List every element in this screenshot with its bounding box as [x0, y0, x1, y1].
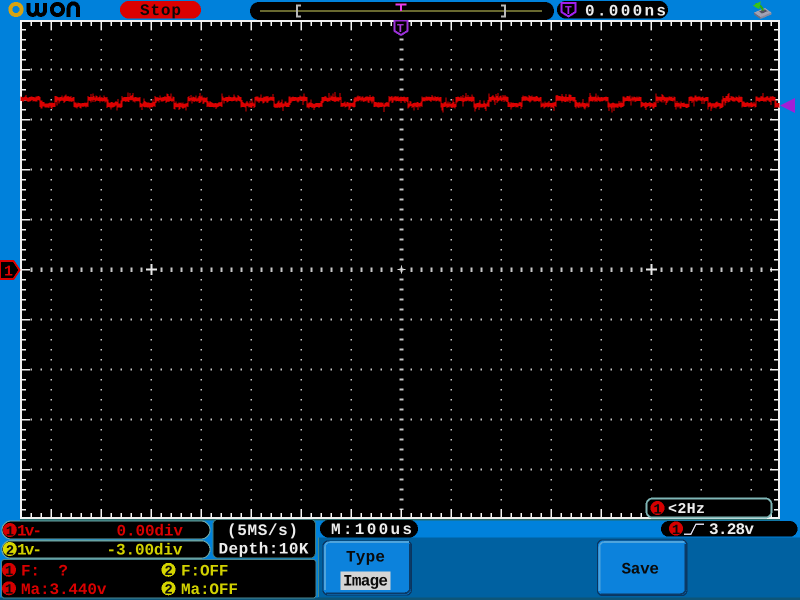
svg-text:(5MS/s): (5MS/s) — [227, 522, 298, 540]
svg-text:2: 2 — [164, 564, 172, 580]
svg-text:1: 1 — [6, 524, 14, 540]
svg-text:1: 1 — [4, 264, 13, 281]
svg-text:Image: Image — [343, 573, 388, 591]
svg-text:T: T — [565, 4, 572, 18]
svg-text:1: 1 — [653, 502, 661, 518]
svg-text:Stop: Stop — [140, 2, 181, 20]
svg-text:1: 1 — [5, 564, 13, 580]
svg-text:Ma:OFF: Ma:OFF — [181, 581, 238, 599]
svg-text:2: 2 — [6, 543, 14, 559]
svg-text:1: 1 — [672, 523, 680, 539]
svg-text:Ma:3.440v: Ma:3.440v — [21, 581, 107, 599]
svg-text:T: T — [397, 22, 404, 36]
svg-text:2: 2 — [164, 583, 172, 599]
svg-text:F: ?: F: ? — [21, 562, 68, 580]
svg-text:3.28v: 3.28v — [709, 521, 754, 539]
svg-text:0.000ns: 0.000ns — [585, 3, 666, 21]
svg-text:0.00div: 0.00div — [117, 523, 184, 541]
svg-text:Save: Save — [622, 561, 660, 579]
svg-text:F:OFF: F:OFF — [181, 562, 229, 580]
svg-text:M:100us: M:100us — [331, 521, 412, 539]
svg-text:1v-: 1v- — [17, 542, 42, 560]
svg-text:<2Hz: <2Hz — [668, 501, 705, 518]
svg-text:1v-: 1v- — [17, 523, 42, 541]
svg-text:Type: Type — [346, 549, 385, 567]
svg-text:Depth:10K: Depth:10K — [219, 541, 309, 559]
svg-text:-3.00div: -3.00div — [107, 542, 183, 560]
svg-text:1: 1 — [5, 583, 13, 599]
